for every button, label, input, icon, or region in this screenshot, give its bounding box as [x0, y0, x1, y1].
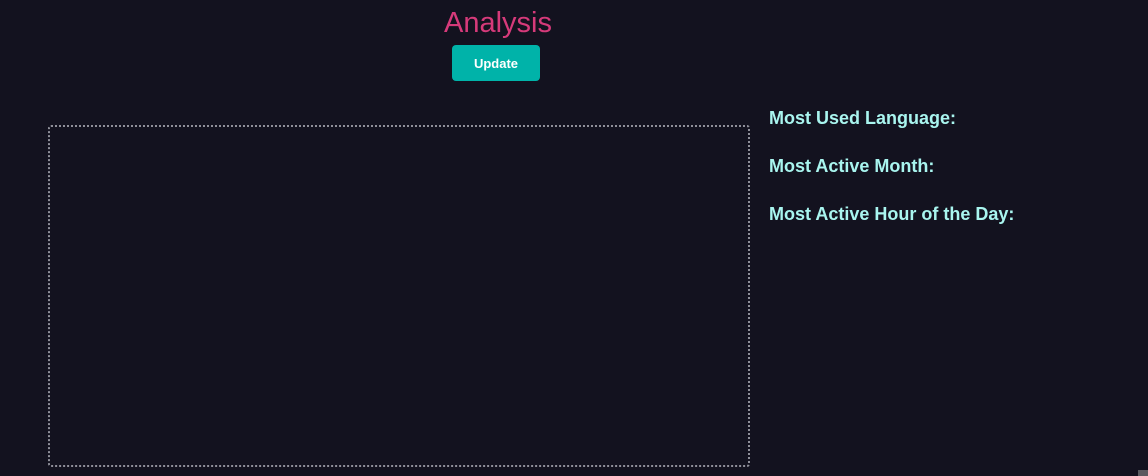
stat-most-used-language: Most Used Language:: [769, 105, 1139, 131]
stats-panel: Most Used Language: Most Active Month: M…: [769, 105, 1139, 249]
stat-label: Most Used Language:: [769, 108, 957, 128]
page-title: Analysis: [444, 7, 552, 39]
stat-most-active-month: Most Active Month:: [769, 153, 1139, 179]
stat-most-active-hour: Most Active Hour of the Day:: [769, 201, 1139, 227]
stat-label: Most Active Hour of the Day:: [769, 204, 1015, 224]
analysis-page: Analysis Update Most Used Language: Most…: [0, 0, 1148, 476]
update-button[interactable]: Update: [452, 45, 540, 81]
resize-handle[interactable]: [1138, 470, 1148, 476]
chart-container: [48, 125, 750, 467]
stat-label: Most Active Month:: [769, 156, 935, 176]
